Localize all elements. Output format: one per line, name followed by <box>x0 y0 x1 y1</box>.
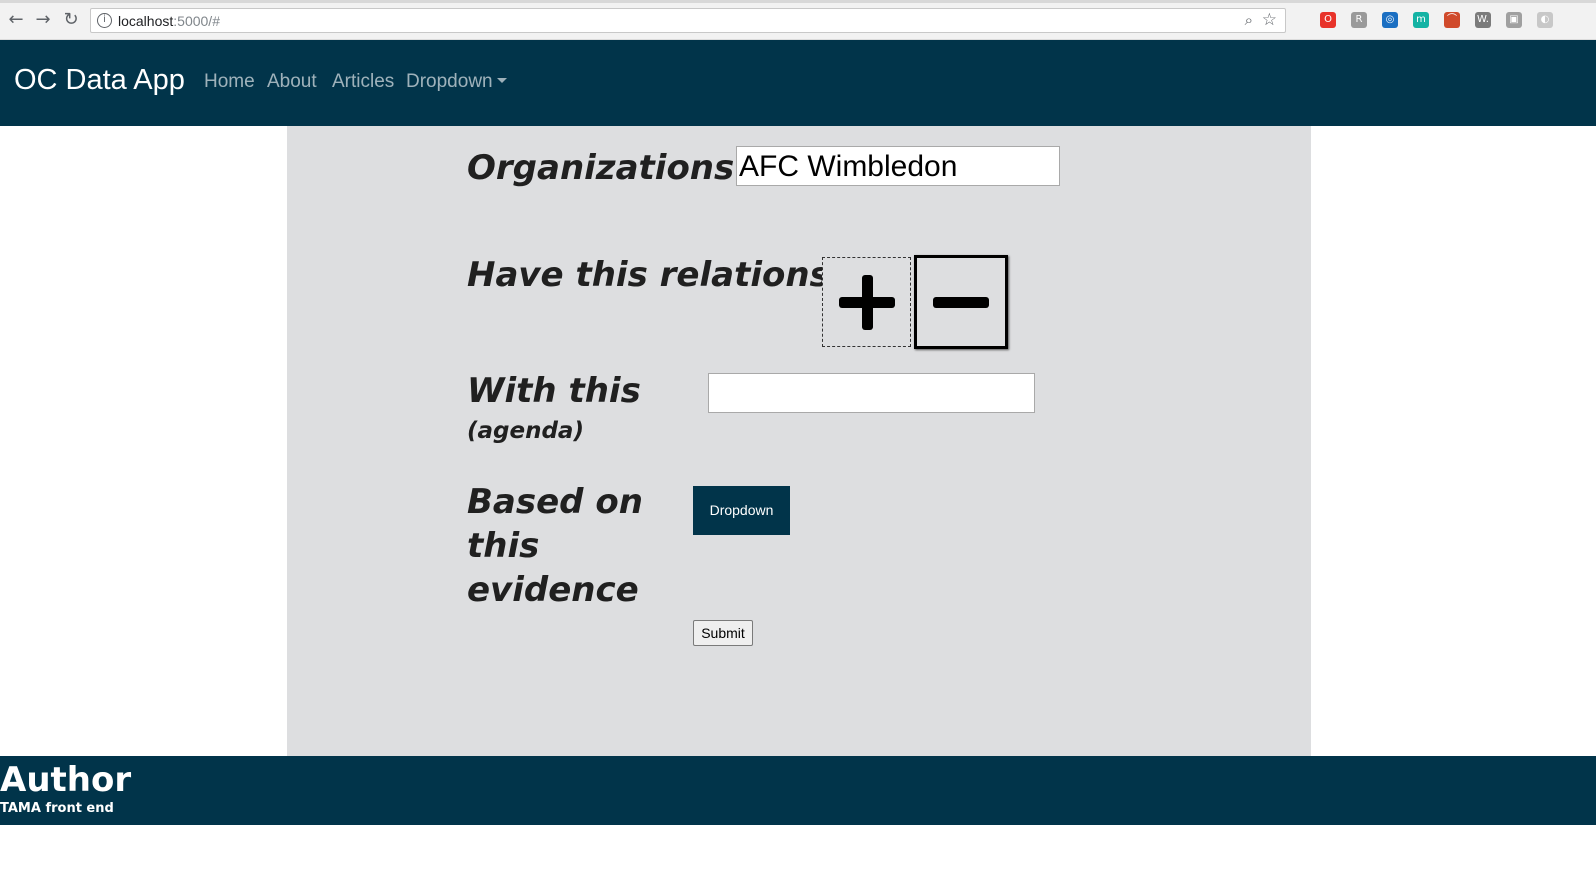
grey-ext-icon[interactable]: ▣ <box>1506 12 1522 28</box>
form-panel: Organizations AFC Wimbledon Have this re… <box>287 126 1311 756</box>
opera-ext-icon[interactable]: O <box>1320 12 1336 28</box>
caret-down-icon <box>496 78 507 83</box>
zoom-icon[interactable]: ⌕ <box>1245 11 1253 29</box>
url-text: localhost:5000/# <box>118 13 220 29</box>
evidence-dropdown-button[interactable]: Dropdown <box>693 486 790 535</box>
evidence-label: Based on this evidence <box>467 482 643 610</box>
nav-dropdown-label: Dropdown <box>406 71 493 92</box>
back-icon[interactable]: ← <box>6 10 26 30</box>
browser-toolbar: ← → ↻ i localhost:5000/# ⌕ ☆ O R ◎ m ⌒ W. ▣ ◐ <box>0 0 1596 40</box>
info-icon[interactable]: i <box>97 13 112 28</box>
submit-button[interactable]: Submit <box>693 620 753 646</box>
app-navbar: OC Data App Home About Articles Dropdown <box>0 40 1596 126</box>
url-path: :5000/# <box>173 13 220 29</box>
agenda-input[interactable] <box>708 373 1035 413</box>
compass-ext-icon[interactable]: ◎ <box>1382 12 1398 28</box>
organization-input[interactable]: AFC Wimbledon <box>736 146 1060 186</box>
star-icon[interactable]: ☆ <box>1262 10 1277 30</box>
m-ext-icon[interactable]: m <box>1413 12 1429 28</box>
reload-icon[interactable]: ↻ <box>61 10 81 30</box>
agenda-sublabel: (agenda) <box>467 418 584 444</box>
faded-ext-icon[interactable]: ◐ <box>1537 12 1553 28</box>
plus-button[interactable] <box>822 257 911 347</box>
tab-strip <box>0 0 1596 3</box>
pocket-ext-icon[interactable]: R <box>1351 12 1367 28</box>
rainbow-ext-icon[interactable]: ⌒ <box>1444 12 1460 28</box>
with-this-label: With this <box>467 371 641 411</box>
brand-link[interactable]: OC Data App <box>14 64 185 97</box>
footer-subtitle: TAMA front end <box>0 801 114 816</box>
nav-link-home[interactable]: Home <box>204 71 255 93</box>
w-ext-icon[interactable]: W. <box>1475 12 1491 28</box>
nav-dropdown-toggle[interactable]: Dropdown <box>406 71 507 93</box>
footer-title: Author <box>0 760 132 800</box>
nav-link-articles[interactable]: Articles <box>332 71 394 93</box>
nav-link-about[interactable]: About <box>267 71 317 93</box>
footer: Author TAMA front end <box>0 756 1596 825</box>
address-bar[interactable]: i localhost:5000/# ⌕ ☆ <box>90 8 1286 33</box>
minus-button[interactable] <box>914 255 1008 349</box>
url-host: localhost <box>118 13 174 29</box>
organizations-label: Organizations <box>467 148 735 188</box>
forward-icon[interactable]: → <box>33 10 53 30</box>
